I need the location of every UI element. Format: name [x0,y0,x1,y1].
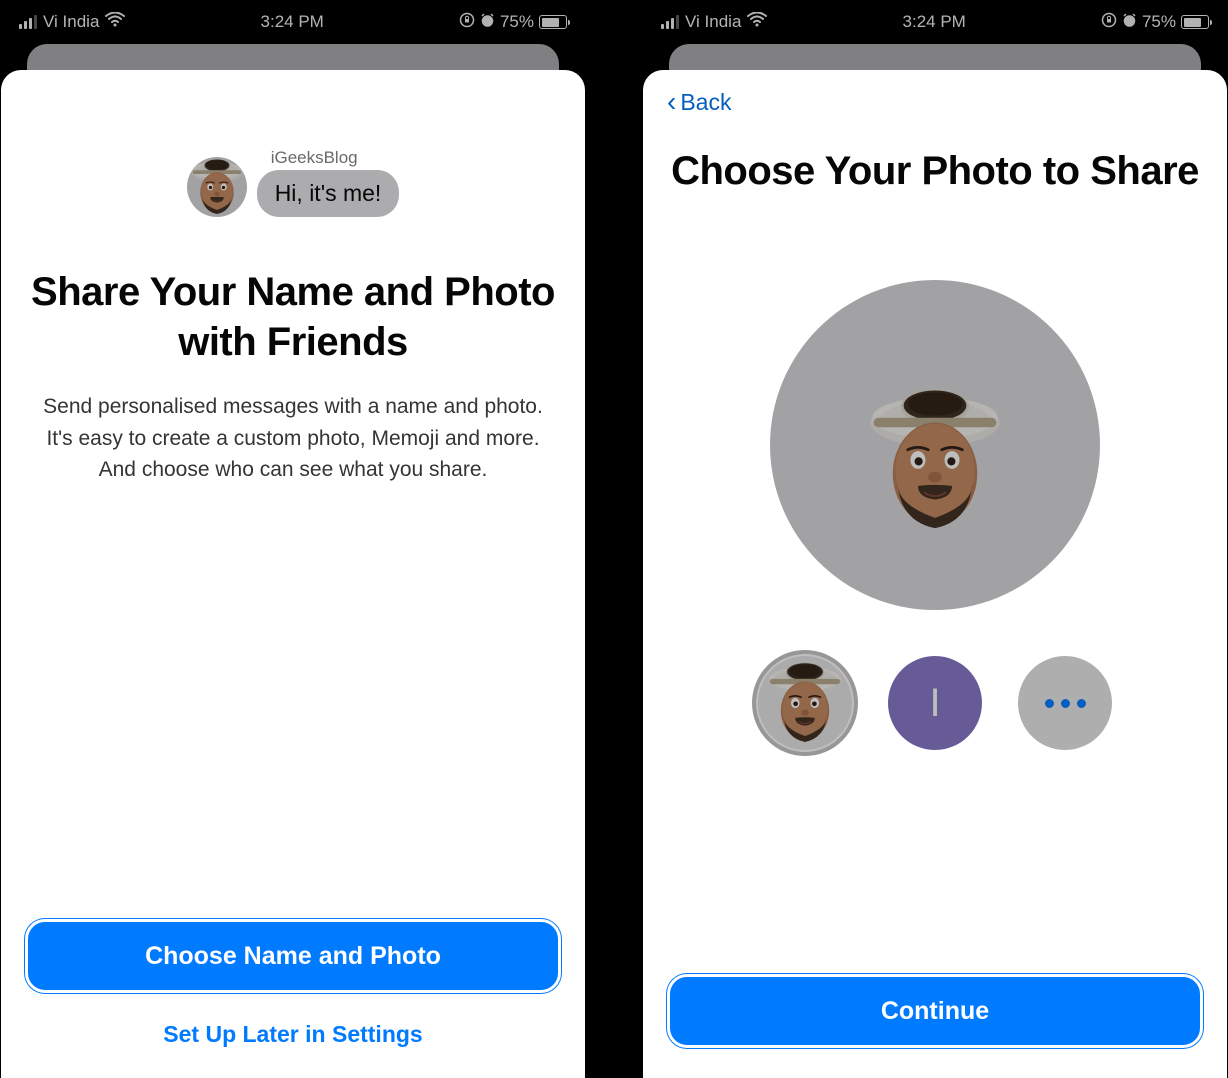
battery-icon [1181,15,1209,29]
page-title: Share Your Name and Photo with Friends [25,267,561,367]
status-bar: Vi India 3:24 PM 75% [1,0,585,40]
photo-preview-large [770,280,1100,610]
photo-option-memoji[interactable] [758,656,852,750]
photo-option-initial[interactable]: I [888,656,982,750]
photo-options-row: I [667,656,1203,750]
ellipsis-icon [1045,699,1086,708]
carrier-label: Vi India [43,12,99,32]
time-label: 3:24 PM [261,12,324,32]
avatar-small [187,157,247,217]
phone-screen-left: Vi India 3:24 PM 75% iGeeksBlog Hi, i [1,0,585,1078]
orientation-lock-icon [1101,12,1117,32]
alarm-icon [1122,13,1137,31]
orientation-lock-icon [459,12,475,32]
signal-icon [19,15,37,29]
preview-bubble: Hi, it's me! [257,170,400,217]
message-preview: iGeeksBlog Hi, it's me! [25,148,561,217]
photo-option-more[interactable] [1018,656,1112,750]
modal-card: iGeeksBlog Hi, it's me! Share Your Name … [1,70,585,1078]
page-description: Send personalised messages with a name a… [25,391,561,486]
setup-later-link[interactable]: Set Up Later in Settings [25,1021,561,1048]
battery-percent: 75% [1142,12,1176,32]
memoji-icon [766,628,844,778]
wifi-icon [747,12,767,32]
carrier-label: Vi India [685,12,741,32]
memoji-icon [190,157,244,217]
modal-card: ‹ Back Choose Your Photo to Share I Cont… [643,70,1227,1078]
choose-name-photo-button[interactable]: Choose Name and Photo [25,919,561,993]
time-label: 3:24 PM [903,12,966,32]
continue-button[interactable]: Continue [667,974,1203,1048]
page-title: Choose Your Photo to Share [667,146,1203,196]
chevron-left-icon: ‹ [667,88,676,116]
wifi-icon [105,12,125,32]
battery-percent: 75% [500,12,534,32]
signal-icon [661,15,679,29]
memoji-icon [790,385,1080,535]
phone-screen-right: Vi India 3:24 PM 75% ‹ Back Choose Your … [643,0,1227,1078]
preview-sender: iGeeksBlog [257,148,400,168]
battery-icon [539,15,567,29]
back-label: Back [680,89,731,116]
back-button[interactable]: ‹ Back [667,88,1203,116]
status-bar: Vi India 3:24 PM 75% [643,0,1227,40]
alarm-icon [480,13,495,31]
